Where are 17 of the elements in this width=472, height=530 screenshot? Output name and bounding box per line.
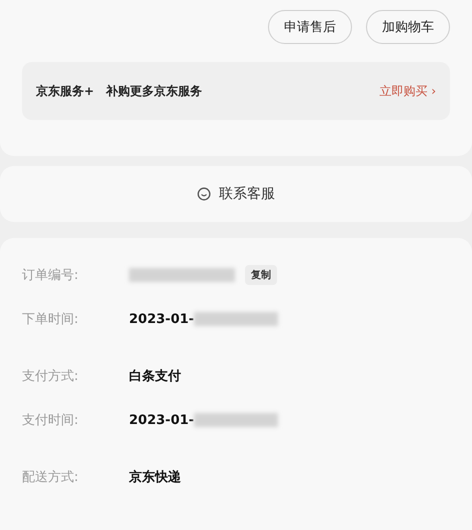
field-label: 支付时间:	[22, 412, 80, 429]
service-subtitle: 补购更多京东服务	[106, 82, 202, 100]
copy-button[interactable]: 复制	[245, 265, 277, 285]
buy-now-link[interactable]: 立即购买 ›	[379, 82, 436, 100]
service-banner[interactable]: 京东服务+ 补购更多京东服务 立即购买 ›	[22, 62, 450, 120]
action-button[interactable]: 加购物车	[366, 10, 450, 44]
service-title: 京东服务+	[36, 82, 94, 100]
field-label: 下单时间:	[22, 311, 80, 328]
field-label: 配送方式:	[22, 469, 80, 486]
action-button[interactable]: 申请售后	[268, 10, 352, 44]
field-value: 白条支付	[129, 368, 181, 385]
contact-service-button[interactable]: 联系客服	[191, 184, 281, 204]
field-label: 支付方式:	[22, 368, 80, 385]
field-value: 2023-01-	[129, 312, 194, 326]
field-value: 京东快递	[129, 468, 181, 486]
field-label: 订单编号:	[22, 267, 80, 284]
field-value: 2023-01-	[129, 412, 194, 428]
